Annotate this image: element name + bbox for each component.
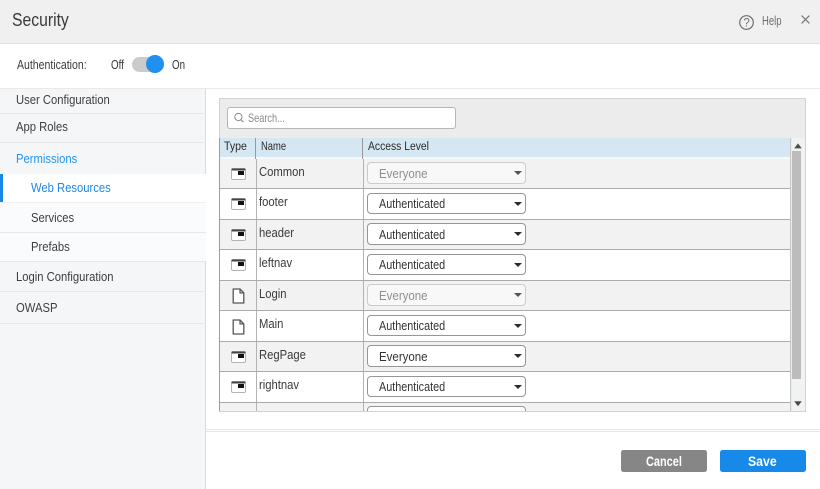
svg-text:?: ? bbox=[743, 17, 749, 29]
